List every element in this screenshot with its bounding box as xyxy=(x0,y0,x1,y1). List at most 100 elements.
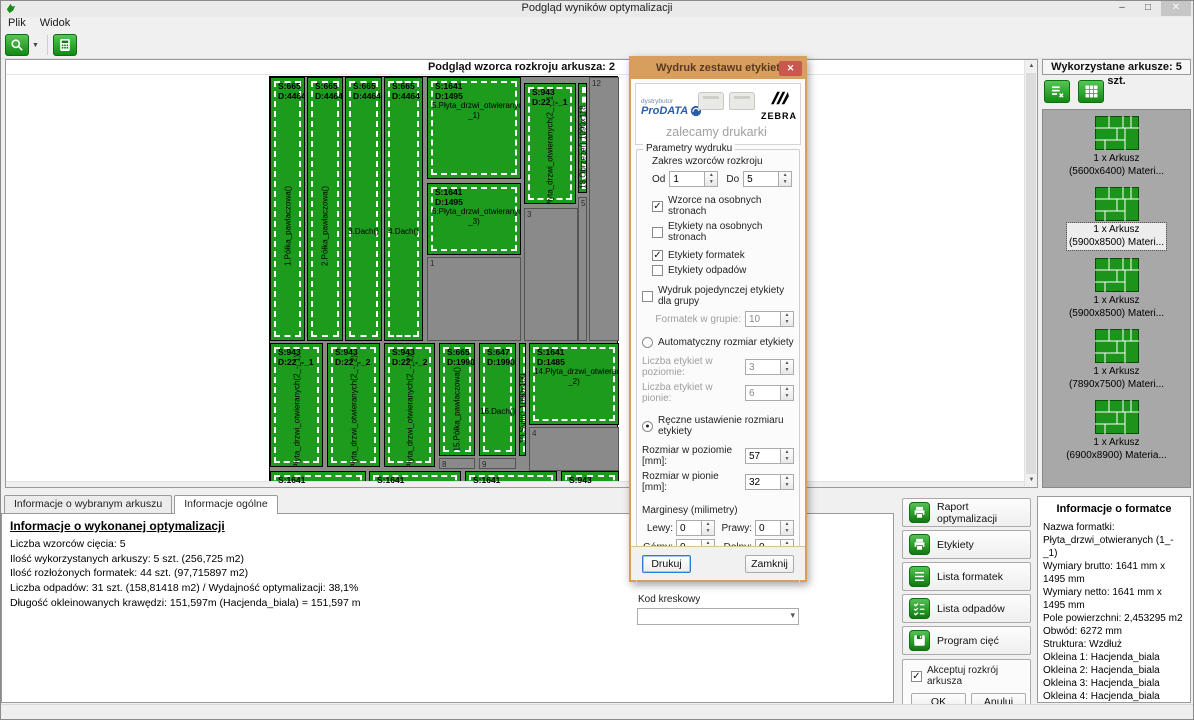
part-panel-12[interactable]: S:943D:22_-_212.Płyta_drzwi_otwieranych(… xyxy=(384,343,435,467)
part-panel-9[interactable]: S:943D:22_-_19.Płyta_drzwi_otwieranych(2… xyxy=(524,83,576,204)
etykiety-button[interactable]: Etykiety xyxy=(902,530,1031,559)
scroll-down-icon[interactable]: ▼ xyxy=(1025,474,1038,487)
checkbox-etykiety-osobne[interactable] xyxy=(652,227,663,238)
lista-odpadow-button[interactable]: Lista odpadów xyxy=(902,594,1031,623)
part-name: 16.Dach() xyxy=(480,407,515,416)
formatek-spinner[interactable] xyxy=(781,311,794,327)
radio-reczne-ustawienie[interactable]: ● xyxy=(642,421,653,432)
liczba-pion-spinner[interactable] xyxy=(781,385,794,401)
checkbox-wydruk-pojedynczej[interactable] xyxy=(642,291,653,302)
part-panel-20[interactable]: S:1641D:1495 xyxy=(270,471,366,488)
printer-image-1 xyxy=(698,92,724,110)
checkbox-label: Etykiety na osobnych stronach xyxy=(668,221,794,243)
barcode-combobox[interactable] xyxy=(637,608,799,625)
sheet-item-5[interactable]: 1 x Arkusz(6900x8900) Materia... xyxy=(1043,400,1190,463)
lista-formatek-button[interactable]: Lista formatek xyxy=(902,562,1031,591)
od-spinner[interactable] xyxy=(705,171,718,187)
rozmiar-poziom-input[interactable] xyxy=(745,448,781,464)
sheet-item-3[interactable]: 1 x Arkusz(5900x8500) Materi... xyxy=(1043,258,1190,321)
dialog-title: Wydruk zestawu etykiet xyxy=(656,62,780,74)
minimize-button[interactable]: – xyxy=(1109,1,1135,16)
part-panel-19[interactable]: 19.Sufit() 1090x100 xyxy=(519,343,526,456)
menu-plik[interactable]: Plik xyxy=(8,17,26,32)
sheet-item-2[interactable]: 1 x Arkusz(5900x8500) Materi... xyxy=(1043,187,1190,250)
part-panel-6[interactable]: S:1641D:14956.Płyta_drzwi_otwieranych(1-… xyxy=(427,183,521,255)
scroll-up-icon[interactable]: ▲ xyxy=(1025,60,1038,73)
format-info-panel: Informacje o formatce Nazwa formatki: Pł… xyxy=(1037,496,1191,703)
liczba-pion-input[interactable] xyxy=(745,385,781,401)
sheet-thumbnail-icon xyxy=(1095,187,1139,221)
part-name: 9.Płyta_drzwi_otwieranych(2_-_1 xyxy=(546,96,555,204)
print-button[interactable]: Drukuj xyxy=(642,555,691,573)
part-panel-18[interactable]: 18.Obrzeże() 1090x118 xyxy=(578,83,587,193)
zebra-logo: ZEBRA xyxy=(761,90,797,121)
part-panel-2[interactable]: S:665D:44642.Półka_pawlaczowa() xyxy=(307,77,343,341)
part-panel-23[interactable]: S:94317.Płyta_drz xyxy=(561,471,619,488)
label-print-dialog: Wydruk zestawu etykiet ✕ dystrybutor Pro… xyxy=(629,56,807,582)
zoom-dropdown-caret[interactable]: ▼ xyxy=(29,34,42,56)
liczba-poziom-input[interactable] xyxy=(745,359,781,375)
tab-informacje-o-wybranym-arkuszu[interactable]: Informacje o wybranym arkuszu xyxy=(4,495,172,513)
do-spinner[interactable] xyxy=(779,171,792,187)
part-panel-10[interactable]: S:943D:22_-_110.Płyta_drzwi_otwieranych(… xyxy=(270,343,323,467)
printer-ad-banner: dystrybutor ProDATA ZEBRA zalecamy druka… xyxy=(635,83,801,145)
checkbox-etykiety-formatek[interactable]: ✓ xyxy=(652,250,663,261)
prawy-spinner[interactable] xyxy=(781,520,794,536)
waste-number: 1 xyxy=(430,259,434,268)
calculator-button[interactable] xyxy=(53,34,77,56)
part-panel-5[interactable]: S:1641D:14955.Płyta_drzwi_otwieranych(1-… xyxy=(427,77,521,179)
print-parameters-group: Parametry wydruku Zakres wzorców rozkroj… xyxy=(636,149,800,586)
part-panel-15[interactable]: S:665D:199015.Półka_pawlaczowa() xyxy=(439,343,475,456)
checkbox-wzorce-osobne[interactable]: ✓ xyxy=(652,201,663,212)
program-ciec-button[interactable]: Program cięć xyxy=(902,626,1031,655)
part-panel-22[interactable]: S:1641D:1495 xyxy=(465,471,557,488)
formatek-w-grupie-input[interactable] xyxy=(745,311,781,327)
rozmiar-poziom-label: Rozmiar w poziomie [mm]: xyxy=(642,445,741,467)
part-dimensions: S:665D:1990 xyxy=(440,344,474,367)
part-panel-21[interactable]: S:1641D:1495 xyxy=(369,471,461,488)
sheet-list-button[interactable] xyxy=(1044,80,1070,103)
prawy-input[interactable] xyxy=(755,520,781,536)
waste-area-3: 3 xyxy=(524,208,578,341)
rozmiar-pion-input[interactable] xyxy=(745,474,781,490)
lewy-input[interactable] xyxy=(676,520,702,536)
toolbar: ▼ xyxy=(1,32,1193,59)
menu-widok[interactable]: Widok xyxy=(40,17,71,32)
part-panel-11[interactable]: S:943D:22_-_211.Płyta_drzwi_otwieranych(… xyxy=(327,343,380,467)
part-dimensions: S:1641D:1485 xyxy=(530,344,618,367)
canvas-vertical-scrollbar[interactable]: ▲ ▼ xyxy=(1024,60,1037,487)
od-input[interactable] xyxy=(669,171,705,187)
sheet-item-4[interactable]: 1 x Arkusz(7890x7500) Materi... xyxy=(1043,329,1190,392)
liczba-poziom-spinner[interactable] xyxy=(781,359,794,375)
sheet-item-1[interactable]: 1 x Arkusz(5600x6400) Materi... xyxy=(1043,116,1190,179)
part-name: 10.Płyta_drzwi_otwieranych(2_-_1) xyxy=(292,355,301,467)
rozmiar-poziom-spinner[interactable] xyxy=(781,448,794,464)
app-window: Podgląd wyników optymalizacji – □ ✕ Plik… xyxy=(0,0,1194,720)
raport-optymalizacji-button[interactable]: Raport optymalizacji xyxy=(902,498,1031,527)
waste-area-8: 8 xyxy=(439,458,475,469)
checkbox-etykiety-odpadow[interactable] xyxy=(652,265,663,276)
waste-area-1: 1 xyxy=(427,257,521,341)
part-panel-14[interactable]: S:1641D:148514.Płyta_drzwi_otwieranych(1… xyxy=(529,343,619,425)
part-panel-16[interactable]: S:647D:199016.Dach() xyxy=(479,343,516,456)
part-panel-3[interactable]: S:665D:44643.Dach() xyxy=(345,77,382,341)
lewy-spinner[interactable] xyxy=(702,520,715,536)
scrollbar-thumb[interactable] xyxy=(1026,73,1036,474)
canvas-header: Podgląd wzorca rozkroju arkusza: 2 xyxy=(6,60,1037,75)
close-button[interactable]: ✕ xyxy=(1161,1,1191,16)
dialog-close-button[interactable]: Zamknij xyxy=(745,555,794,573)
radio-automatyczny-rozmiar[interactable] xyxy=(642,337,653,348)
part-name: 14.Płyta_drzwi_otwieranych(1-_2) xyxy=(530,367,618,386)
barcode-label: Kod kreskowy xyxy=(638,594,798,605)
zoom-button[interactable] xyxy=(5,34,29,56)
sheet-grid-button[interactable] xyxy=(1078,80,1104,103)
rozmiar-pion-spinner[interactable] xyxy=(781,474,794,490)
accept-label: Akceptuj rozkrój arkusza xyxy=(927,665,1026,687)
dialog-close-icon[interactable]: ✕ xyxy=(779,61,802,76)
part-panel-4[interactable]: S:665D:44644.Dach() xyxy=(384,77,423,341)
do-input[interactable] xyxy=(743,171,779,187)
restore-button[interactable]: □ xyxy=(1135,1,1161,16)
tab-informacje-ogolne[interactable]: Informacje ogólne xyxy=(174,495,277,514)
accept-checkbox[interactable]: ✓ xyxy=(911,671,922,682)
part-panel-1[interactable]: S:665D:44641.Półka_pawlaczowa() xyxy=(270,77,305,341)
